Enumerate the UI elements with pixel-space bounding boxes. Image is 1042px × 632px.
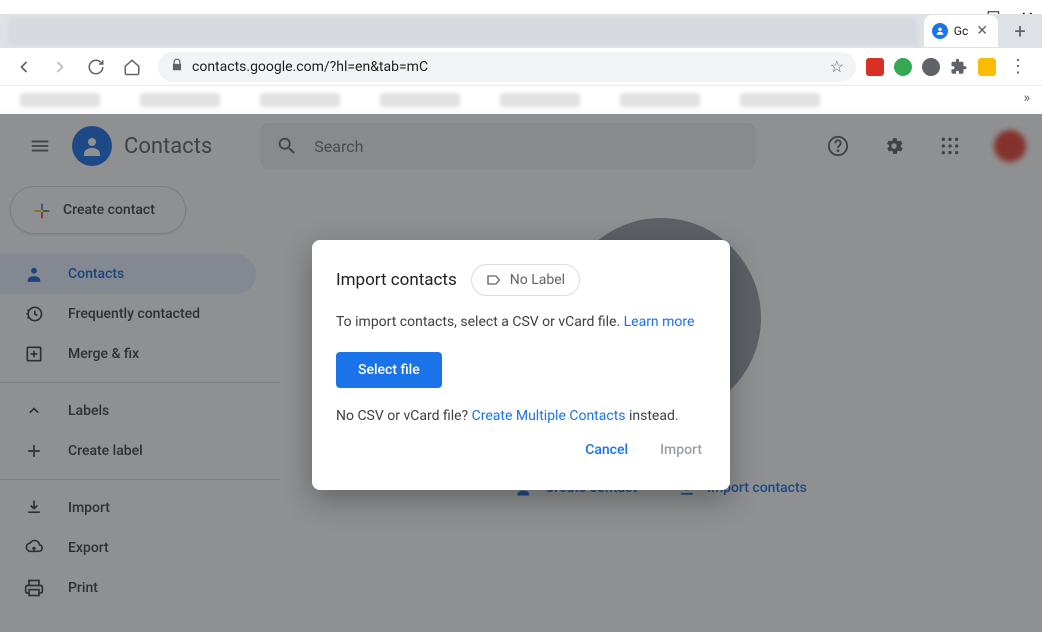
active-tab[interactable]: Gc ✕: [924, 15, 998, 47]
import-contacts-dialog: Import contacts No Label To import conta…: [312, 240, 730, 490]
extension-icon[interactable]: [922, 58, 940, 76]
nav-back-button[interactable]: [8, 51, 40, 83]
import-button[interactable]: Import: [656, 434, 706, 466]
extensions-area: ⋮: [866, 56, 1034, 77]
label-chip[interactable]: No Label: [471, 264, 580, 296]
dialog-alt-text: No CSV or vCard file? Create Multiple Co…: [336, 408, 706, 424]
tab-strip: Gc ✕ +: [0, 14, 1042, 48]
tab-favicon-icon: [932, 23, 948, 39]
inactive-tabs-blur: [8, 17, 918, 45]
select-file-button[interactable]: Select file: [336, 352, 442, 388]
bookmarks-bar: [0, 86, 1042, 114]
address-bar[interactable]: contacts.google.com/?hl=en&tab=mC ☆: [158, 52, 856, 82]
label-icon: [486, 272, 502, 288]
chip-label: No Label: [510, 272, 565, 288]
browser-menu-button[interactable]: ⋮: [1006, 56, 1030, 77]
tab-title: Gc: [954, 24, 968, 38]
browser-toolbar: contacts.google.com/?hl=en&tab=mC ☆ ⋮: [0, 48, 1042, 86]
tab-close-icon[interactable]: ✕: [974, 23, 990, 39]
dialog-title: Import contacts: [336, 270, 457, 290]
extensions-puzzle-icon[interactable]: [950, 58, 968, 76]
nav-home-button[interactable]: [116, 51, 148, 83]
extension-icon[interactable]: [894, 58, 912, 76]
create-multiple-contacts-link[interactable]: Create Multiple Contacts: [472, 408, 626, 424]
profile-chip[interactable]: [978, 58, 996, 76]
url-text: contacts.google.com/?hl=en&tab=mC: [192, 59, 822, 75]
nav-forward-button[interactable]: [44, 51, 76, 83]
plus-icon: +: [1014, 19, 1025, 43]
bookmark-star-icon[interactable]: ☆: [830, 57, 844, 76]
nav-reload-button[interactable]: [80, 51, 112, 83]
bookmarks-overflow-icon[interactable]: »: [1023, 90, 1030, 106]
dialog-description: To import contacts, select a CSV or vCar…: [336, 314, 706, 330]
cancel-button[interactable]: Cancel: [581, 434, 632, 466]
lock-icon: [170, 57, 184, 76]
extension-icon[interactable]: [866, 58, 884, 76]
dialog-line2b: instead.: [626, 408, 679, 424]
dialog-line1: To import contacts, select a CSV or vCar…: [336, 314, 624, 330]
dialog-line2a: No CSV or vCard file?: [336, 408, 472, 424]
learn-more-link[interactable]: Learn more: [624, 314, 695, 330]
new-tab-button[interactable]: +: [1006, 17, 1034, 45]
